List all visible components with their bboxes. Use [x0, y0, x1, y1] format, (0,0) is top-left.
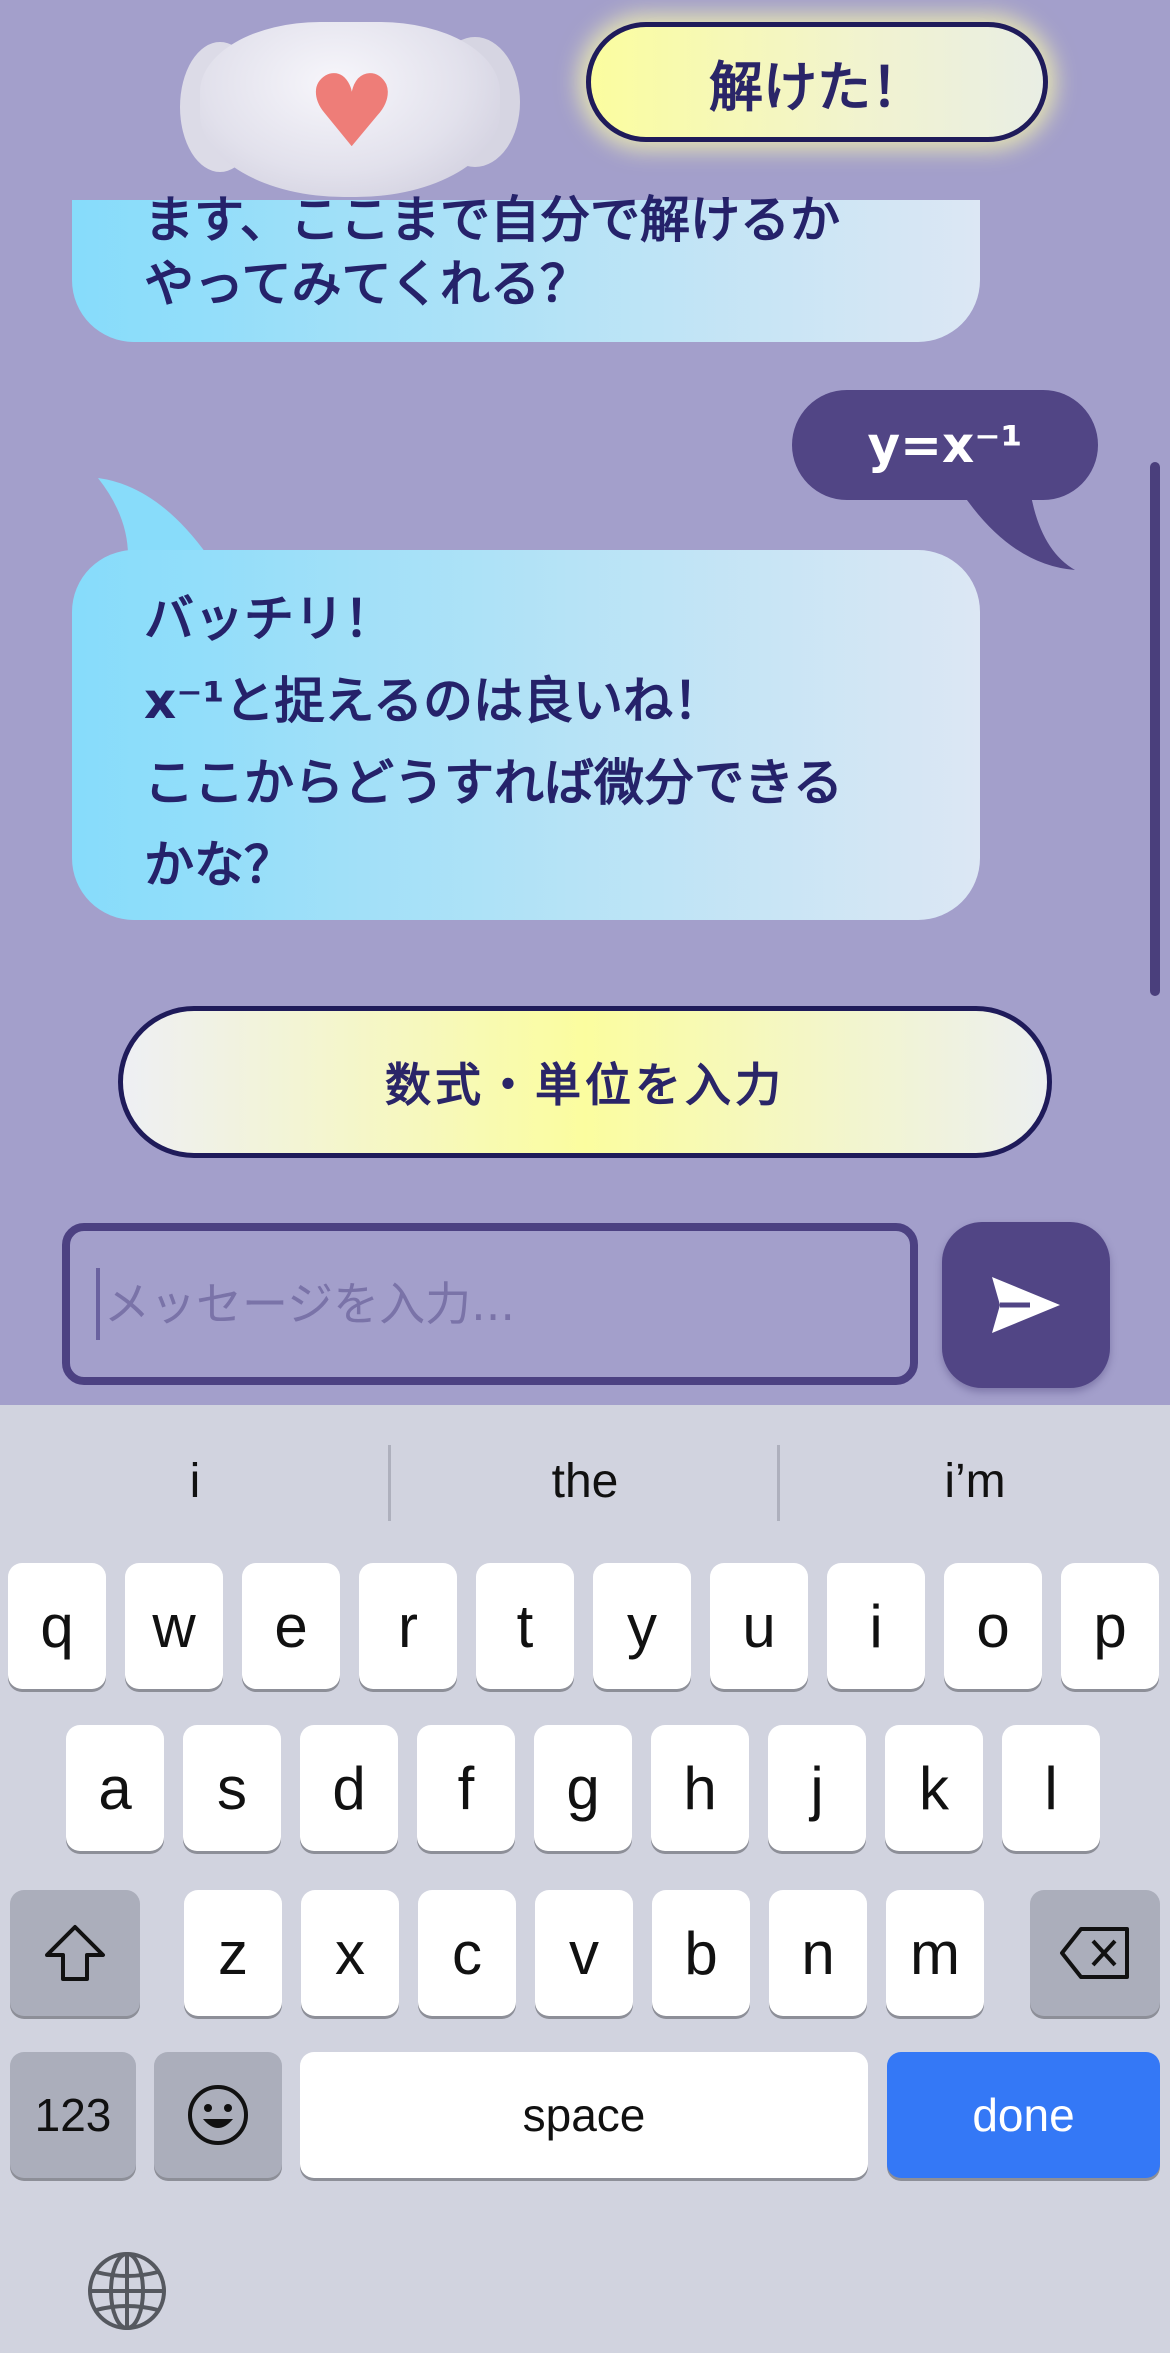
key-e[interactable]: e	[242, 1563, 340, 1689]
math-unit-input-button[interactable]: 数式・単位を入力	[118, 1006, 1052, 1158]
bot-message-bubble: バッチリ！ x⁻¹と捉えるのは良いね！ ここからどうすれば微分できる かな？	[72, 550, 980, 920]
done-key[interactable]: done	[887, 2052, 1160, 2178]
key-f[interactable]: f	[417, 1725, 515, 1851]
numbers-key[interactable]: 123	[10, 2052, 136, 2178]
key-i[interactable]: i	[827, 1563, 925, 1689]
key-d[interactable]: d	[300, 1725, 398, 1851]
key-g[interactable]: g	[534, 1725, 632, 1851]
delete-key[interactable]	[1030, 1890, 1160, 2016]
key-r[interactable]: r	[359, 1563, 457, 1689]
key-v[interactable]: v	[535, 1890, 633, 2016]
key-s[interactable]: s	[183, 1725, 281, 1851]
key-t[interactable]: t	[476, 1563, 574, 1689]
bot-message-line: ます、ここまで自分で解けるか	[144, 191, 840, 249]
key-q[interactable]: q	[8, 1563, 106, 1689]
key-c[interactable]: c	[418, 1890, 516, 2016]
bot-message-line: やってみてくれる？	[144, 255, 590, 313]
bot-message-line: かな？	[144, 836, 294, 894]
text-caret	[96, 1268, 100, 1340]
suggestion-bar: i the i’m	[0, 1405, 1170, 1555]
key-o[interactable]: o	[944, 1563, 1042, 1689]
send-icon	[992, 1277, 1060, 1333]
emoji-icon	[188, 2085, 248, 2145]
key-l[interactable]: l	[1002, 1725, 1100, 1851]
key-x[interactable]: x	[301, 1890, 399, 2016]
key-z[interactable]: z	[184, 1890, 282, 2016]
chat-area: ♥ ます、ここまで自分で解けるか やってみてくれる？ 解けた！ y=x⁻¹ バッ…	[0, 0, 1170, 1405]
bot-message-bubble: ます、ここまで自分で解けるか やってみてくれる？	[72, 191, 980, 342]
bot-message-line: ここからどうすれば微分できる	[144, 754, 843, 812]
bot-message-line: x⁻¹と捉えるのは良いね！	[144, 672, 724, 730]
shift-icon	[45, 1925, 105, 1981]
key-h[interactable]: h	[651, 1725, 749, 1851]
heart-icon: ♥	[307, 53, 397, 170]
send-button[interactable]	[942, 1222, 1110, 1388]
mascot-character: ♥	[180, 22, 520, 197]
key-b[interactable]: b	[652, 1890, 750, 2016]
key-n[interactable]: n	[769, 1890, 867, 2016]
key-p[interactable]: p	[1061, 1563, 1159, 1689]
shift-key[interactable]	[10, 1890, 140, 2016]
suggestion-item[interactable]: i	[0, 1441, 390, 1521]
key-w[interactable]: w	[125, 1563, 223, 1689]
message-input[interactable]	[62, 1223, 918, 1385]
keyboard: i the i’m qwertyuiop asdfghjkl zxcvbnm 1…	[0, 1405, 1170, 2353]
solved-button[interactable]: 解けた！	[586, 22, 1048, 142]
suggestion-item[interactable]: i’m	[780, 1441, 1170, 1521]
key-j[interactable]: j	[768, 1725, 866, 1851]
key-y[interactable]: y	[593, 1563, 691, 1689]
user-message-bubble: y=x⁻¹	[792, 390, 1098, 500]
emoji-key[interactable]	[154, 2052, 282, 2178]
key-a[interactable]: a	[66, 1725, 164, 1851]
backspace-icon	[1060, 1927, 1129, 1979]
globe-key[interactable]	[86, 2250, 168, 2336]
user-bubble-tail	[960, 490, 1075, 570]
key-u[interactable]: u	[710, 1563, 808, 1689]
key-k[interactable]: k	[885, 1725, 983, 1851]
space-key[interactable]: space	[300, 2052, 868, 2178]
globe-icon	[88, 2252, 166, 2330]
scrollbar[interactable]	[1150, 462, 1160, 996]
bot-message-line: バッチリ！	[144, 590, 394, 648]
key-m[interactable]: m	[886, 1890, 984, 2016]
suggestion-item[interactable]: the	[390, 1441, 780, 1521]
